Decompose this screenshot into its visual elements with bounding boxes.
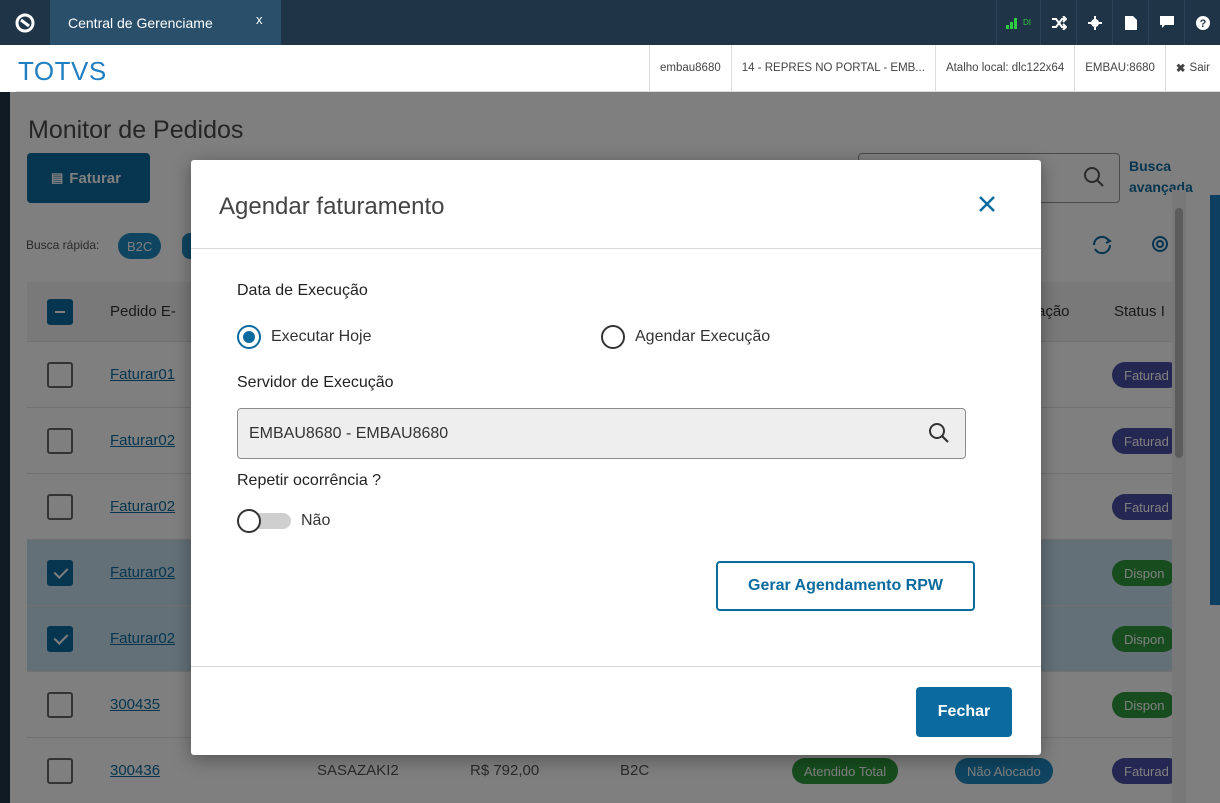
signal-label: DI [1023,18,1031,27]
document-icon[interactable] [1112,0,1148,45]
dialog-title: Agendar faturamento [219,193,445,220]
execution-date-label: Data de Execução [237,282,368,299]
execution-server-value: EMBAU8680 - EMBAU8680 [249,425,449,442]
top-icons: DI ? [996,0,1220,45]
execution-server-field[interactable]: EMBAU8680 - EMBAU8680 [237,408,966,459]
divider [191,666,1041,667]
radio-execute-today[interactable]: Executar Hoje [237,325,372,349]
shuffle-icon[interactable] [1040,0,1076,45]
generate-rpw-button[interactable]: Gerar Agendamento RPW [716,561,975,611]
close-icon: ✖ [1175,63,1186,75]
toggle-knob [237,509,261,533]
radio-execute-today-label: Executar Hoje [271,328,372,345]
user-info: embau8680 [648,45,731,91]
portal-info: 14 - REPRES NO PORTAL - EMB... [730,45,935,91]
close-button[interactable]: Fechar [916,687,1012,737]
help-icon[interactable]: ? [1184,0,1220,45]
tab-label: Central de Gerenciame [68,14,213,31]
schedule-billing-dialog: Agendar faturamento Data de Execução Exe… [191,160,1041,755]
repeat-toggle[interactable]: Não [237,509,330,533]
close-icon[interactable] [975,192,999,216]
tab-close-icon[interactable]: x [256,12,263,27]
radio-schedule-label: Agendar Execução [635,328,771,345]
signal-icon[interactable]: DI [996,0,1040,45]
session-info: embau8680 14 - REPRES NO PORTAL - EMB...… [648,45,1220,91]
totvs-logo-icon[interactable] [0,0,50,45]
execution-server-label: Servidor de Execução [237,374,394,391]
top-navigation-bar: Central de Gerenciame x DI ? [0,0,1220,45]
logout-button[interactable]: ✖ Sair [1164,45,1220,91]
search-icon[interactable] [927,421,951,450]
radio-schedule-execution[interactable]: Agendar Execução [601,325,770,349]
logout-label: Sair [1189,62,1210,74]
brand-bar: TOTVS embau8680 14 - REPRES NO PORTAL - … [16,45,1220,92]
radio-button-checked[interactable] [237,325,261,349]
svg-text:?: ? [1199,18,1206,30]
toggle-label: Não [301,512,331,529]
atalho-info: Atalho local: dlc122x64 [934,45,1074,91]
divider [191,248,1041,249]
repeat-occurrence-label: Repetir ocorrência ? [237,472,382,489]
brand-logo: TOTVS [18,56,107,86]
radio-button[interactable] [601,325,625,349]
chat-icon[interactable] [1148,0,1184,45]
gear-icon[interactable] [1076,0,1112,45]
tab-central-gerenciamento[interactable]: Central de Gerenciame x [50,0,281,45]
server-info: EMBAU:8680 [1074,45,1165,91]
toggle-switch[interactable] [237,509,293,533]
